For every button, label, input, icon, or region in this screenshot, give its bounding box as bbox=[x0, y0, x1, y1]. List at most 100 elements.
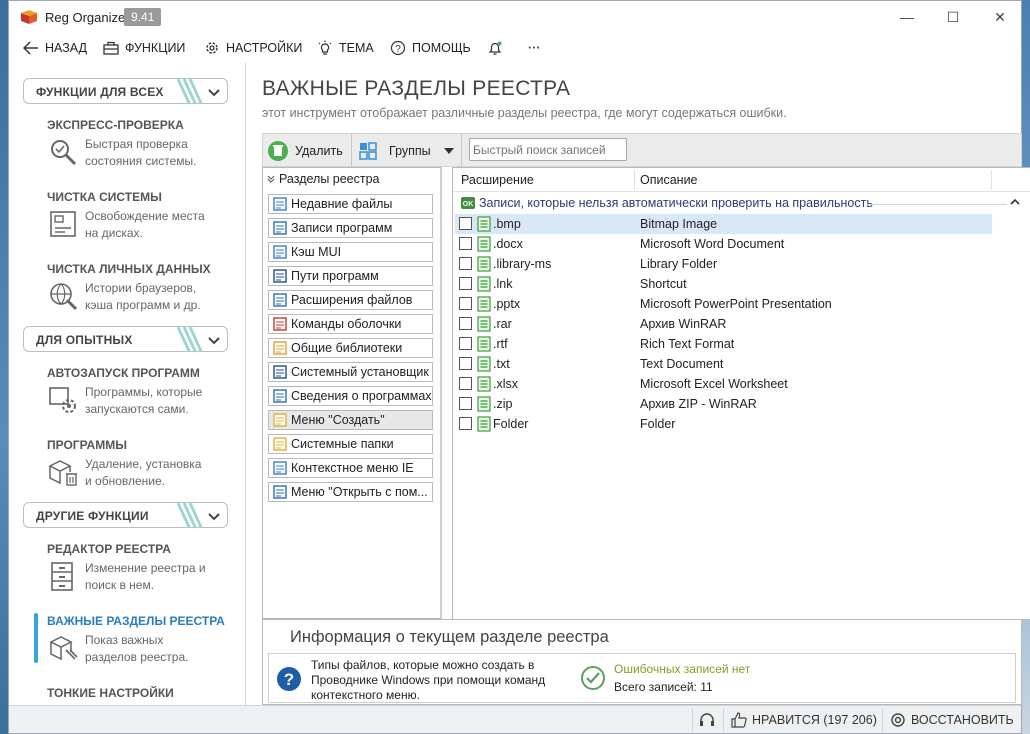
section-header-other[interactable]: ДРУГИЕ ФУНКЦИИ bbox=[23, 502, 228, 528]
table-row[interactable]: .library-ms Library Folder bbox=[459, 254, 999, 274]
settings-menu[interactable]: НАСТРОЙКИ bbox=[204, 38, 302, 58]
group-header-row[interactable]: OK Записи, которые нельзя автоматически … bbox=[461, 194, 1021, 212]
row-checkbox[interactable] bbox=[459, 317, 472, 330]
row-checkbox[interactable] bbox=[459, 217, 472, 230]
section-header-all[interactable]: ФУНКЦИИ ДЛЯ ВСЕХ bbox=[23, 78, 228, 104]
column-separator[interactable] bbox=[634, 170, 635, 190]
desktop-background-left bbox=[0, 0, 8, 734]
tree-item-label: Недавние файлы bbox=[291, 197, 393, 211]
app-window: Reg Organizer 9.41 — ☐ ✕ НАЗАД ФУНКЦИИ Н… bbox=[8, 0, 1030, 734]
tree-item[interactable]: Записи программ bbox=[268, 218, 433, 238]
notifications-button[interactable] bbox=[487, 38, 503, 58]
sidebar-item-important-sections[interactable]: ВАЖНЫЕ РАЗДЕЛЫ РЕЕСТРА Показ важных разде… bbox=[47, 614, 237, 664]
groups-dropdown-button[interactable] bbox=[444, 139, 454, 163]
tree-item[interactable]: Меню "Открыть с пом... bbox=[268, 482, 433, 502]
trash-icon bbox=[268, 141, 288, 161]
close-button[interactable]: ✕ bbox=[985, 7, 1015, 27]
table-row[interactable]: Folder Folder bbox=[459, 414, 999, 434]
row-description: Folder bbox=[640, 417, 676, 431]
row-description: Shortcut bbox=[640, 277, 687, 291]
sidebar-item-private-data[interactable]: ЧИСТКА ЛИЧНЫХ ДАННЫХ Истории браузеров, к… bbox=[47, 262, 237, 312]
column-header-description[interactable]: Описание bbox=[640, 173, 698, 187]
row-description: Архив ZIP - WinRAR bbox=[640, 397, 757, 411]
like-button[interactable]: НРАВИТСЯ (197 206) bbox=[731, 710, 877, 730]
table-row[interactable]: .zip Архив ZIP - WinRAR bbox=[459, 394, 999, 414]
file-extensions-icon bbox=[273, 293, 287, 307]
sidebar-item-express[interactable]: ЭКСПРЕСС-ПРОВЕРКА Быстрая проверка состоя… bbox=[47, 118, 237, 168]
table-row[interactable]: .lnk Shortcut bbox=[459, 274, 999, 294]
arrow-left-icon bbox=[23, 41, 38, 55]
menu-bar: НАЗАД ФУНКЦИИ НАСТРОЙКИ ТЕМА ? ПОМОЩЬ ··… bbox=[9, 33, 1021, 61]
section-header-expert[interactable]: ДЛЯ ОПЫТНЫХ bbox=[23, 326, 228, 352]
tree-header[interactable]: Разделы реестра bbox=[267, 172, 380, 186]
tree-item[interactable]: Недавние файлы bbox=[268, 194, 433, 214]
program-paths-icon bbox=[273, 269, 287, 283]
row-checkbox[interactable] bbox=[459, 237, 472, 250]
sidebar-item-title: РЕДАКТОР РЕЕСТРА bbox=[47, 542, 171, 556]
row-description: Microsoft Word Document bbox=[640, 237, 785, 251]
table-row[interactable]: .xlsx Microsoft Excel Worksheet bbox=[459, 374, 999, 394]
row-checkbox[interactable] bbox=[459, 337, 472, 350]
more-button[interactable]: ··· bbox=[528, 38, 541, 58]
tree-item[interactable]: Команды оболочки bbox=[268, 314, 433, 334]
tree-item[interactable]: Системные папки bbox=[268, 434, 433, 454]
tree-item[interactable]: Пути программ bbox=[268, 266, 433, 286]
theme-menu[interactable]: ТЕМА bbox=[317, 38, 374, 58]
tree-item[interactable]: Расширения файлов bbox=[268, 290, 433, 310]
info-count: Всего записей: 11 bbox=[614, 680, 713, 694]
collapse-group-icon[interactable] bbox=[1010, 198, 1020, 206]
maximize-button[interactable]: ☐ bbox=[938, 7, 968, 27]
sidebar-item-autorun[interactable]: АВТОЗАПУСК ПРОГРАММ Программы, которые за… bbox=[47, 366, 237, 416]
quick-search-input[interactable] bbox=[469, 138, 627, 161]
delete-button[interactable]: Удалить bbox=[267, 139, 343, 163]
help-menu[interactable]: ? ПОМОЩЬ bbox=[390, 38, 471, 58]
sidebar-item-tweaks[interactable]: ТОНКИЕ НАСТРОЙКИ bbox=[47, 686, 237, 700]
toolbar-separator bbox=[461, 134, 462, 166]
settings-label: НАСТРОЙКИ bbox=[226, 41, 303, 55]
row-checkbox[interactable] bbox=[459, 417, 472, 430]
entries-list-panel: Расширение Описание OK Записи, которые н… bbox=[452, 167, 1030, 619]
registry-entry-icon bbox=[477, 296, 491, 312]
row-checkbox[interactable] bbox=[459, 377, 472, 390]
system-installer-icon bbox=[273, 365, 287, 379]
table-row[interactable]: .pptx Microsoft PowerPoint Presentation bbox=[459, 294, 999, 314]
restore-button[interactable]: ВОССТАНОВИТЬ bbox=[890, 710, 1014, 730]
row-extension: Folder bbox=[493, 417, 529, 431]
tree-item[interactable]: Меню "Создать" bbox=[268, 410, 433, 430]
row-checkbox[interactable] bbox=[459, 297, 472, 310]
sidebar-item-programs[interactable]: ПРОГРАММЫ Удаление, установка и обновлени… bbox=[47, 438, 237, 488]
table-row[interactable]: .txt Text Document bbox=[459, 354, 999, 374]
row-checkbox[interactable] bbox=[459, 397, 472, 410]
tree-item[interactable]: Кэш MUI bbox=[268, 242, 433, 262]
bulb-icon bbox=[318, 40, 332, 55]
section-header-label: ДРУГИЕ ФУНКЦИИ bbox=[36, 509, 149, 523]
table-row[interactable]: .bmp Bitmap Image bbox=[459, 214, 999, 234]
tree-item[interactable]: Общие библиотеки bbox=[268, 338, 433, 358]
back-button[interactable]: НАЗАД bbox=[23, 38, 87, 58]
column-separator[interactable] bbox=[991, 170, 992, 190]
tree-item[interactable]: Сведения о программах bbox=[268, 386, 433, 406]
column-header-extension[interactable]: Расширение bbox=[461, 173, 534, 187]
row-checkbox[interactable] bbox=[459, 257, 472, 270]
groups-button[interactable]: Группы bbox=[359, 139, 431, 163]
sidebar-item-desc: Быстрая проверка состояния системы. bbox=[85, 137, 197, 168]
table-row[interactable]: .rar Архив WinRAR bbox=[459, 314, 999, 334]
row-checkbox[interactable] bbox=[459, 357, 472, 370]
program-records-icon bbox=[273, 221, 287, 235]
tree-item[interactable]: Системный установщик bbox=[268, 362, 433, 382]
row-checkbox[interactable] bbox=[459, 277, 472, 290]
sidebar-item-title: ПРОГРАММЫ bbox=[47, 438, 127, 452]
title-bar: Reg Organizer 9.41 — ☐ ✕ bbox=[9, 1, 1021, 33]
info-box: ? Типы файлов, которые можно создать в П… bbox=[268, 653, 1016, 703]
sidebar-item-registry-editor[interactable]: РЕДАКТОР РЕЕСТРА Изменение реестра и поис… bbox=[47, 542, 237, 592]
info-description: Типы файлов, которые можно создать в Про… bbox=[311, 658, 546, 702]
tree-item[interactable]: Контекстное меню IE bbox=[268, 458, 433, 478]
sidebar-item-cleanup[interactable]: ЧИСТКА СИСТЕМЫ Освобождение места на диск… bbox=[47, 190, 237, 240]
check-circle-icon bbox=[581, 666, 605, 690]
registry-entry-icon bbox=[477, 276, 491, 292]
support-button[interactable] bbox=[699, 710, 715, 730]
table-row[interactable]: .docx Microsoft Word Document bbox=[459, 234, 999, 254]
table-row[interactable]: .rtf Rich Text Format bbox=[459, 334, 999, 354]
functions-menu[interactable]: ФУНКЦИИ bbox=[103, 38, 185, 58]
minimize-button[interactable]: — bbox=[892, 7, 922, 27]
